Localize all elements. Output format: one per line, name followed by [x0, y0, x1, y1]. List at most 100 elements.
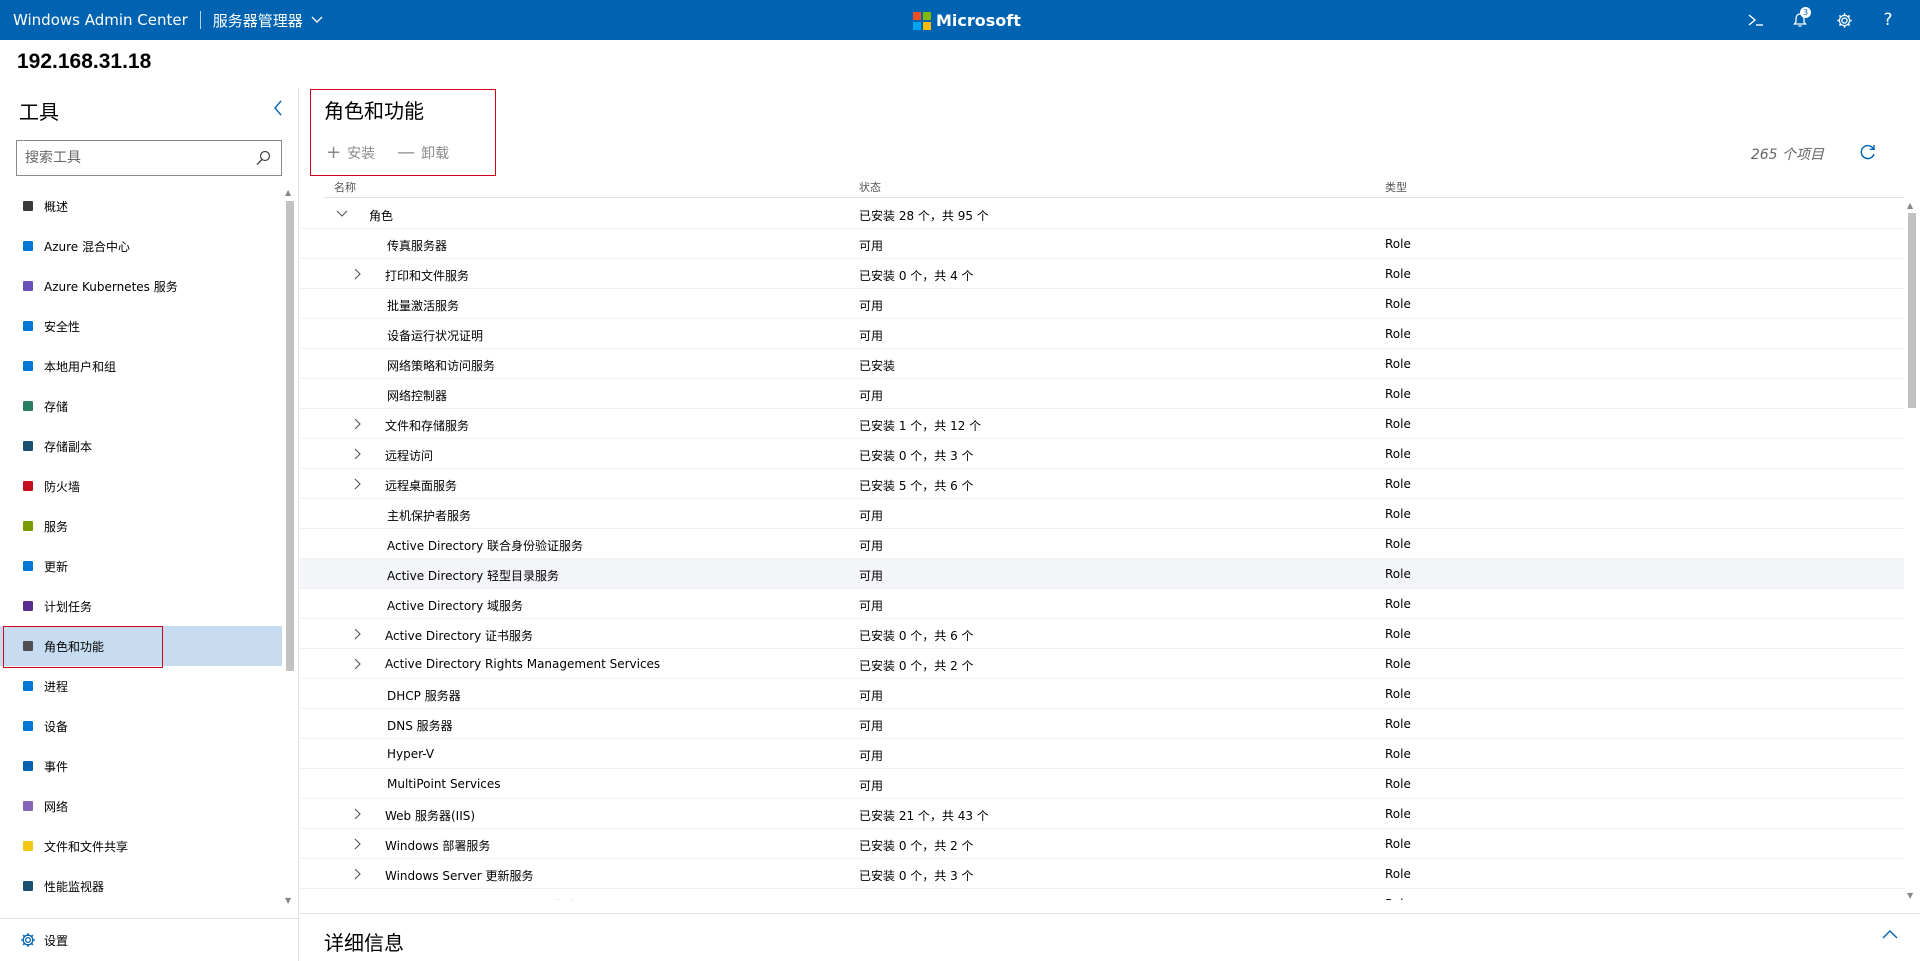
- table-row[interactable]: 设备运行状况证明 可用 Role: [300, 319, 1904, 349]
- scroll-down-arrow-icon[interactable]: ▼: [1907, 891, 1913, 900]
- context-switcher[interactable]: 服务器管理器: [213, 10, 323, 31]
- row-type: Role: [1385, 237, 1411, 251]
- sidebar-item[interactable]: 本地用户和组: [0, 346, 282, 386]
- chevron-right-icon[interactable]: [353, 478, 363, 490]
- table-row[interactable]: Windows Server 更新服务 已安装 0 个，共 3 个 Role: [300, 859, 1904, 889]
- table-row[interactable]: Windows Server Essentials 体验 可用 Role: [300, 889, 1904, 900]
- calendar-icon: [20, 598, 36, 614]
- context-label: 服务器管理器: [212, 11, 303, 30]
- table-row[interactable]: 远程桌面服务 已安装 5 个，共 6 个 Role: [300, 469, 1904, 499]
- row-name: Active Directory Rights Management Servi…: [385, 657, 661, 671]
- row-state: 已安装 0 个，共 3 个: [859, 869, 974, 883]
- scroll-up-arrow-icon[interactable]: ▲: [1907, 201, 1913, 210]
- sidebar-item[interactable]: 性能监视器: [0, 866, 282, 906]
- sidebar-item[interactable]: 防火墙: [0, 466, 282, 506]
- sidebar-item[interactable]: 更新: [0, 546, 282, 586]
- table-row[interactable]: Active Directory 联合身份验证服务 可用 Role: [300, 529, 1904, 559]
- table-row[interactable]: 网络控制器 可用 Role: [300, 379, 1904, 409]
- sidebar-item-settings[interactable]: 设置: [0, 918, 299, 961]
- refresh-button[interactable]: [1856, 140, 1880, 164]
- sidebar-item[interactable]: 计划任务: [0, 586, 282, 626]
- performance-icon: [20, 878, 36, 894]
- chevron-right-icon[interactable]: [353, 418, 363, 430]
- sidebar-scrollbar[interactable]: ▲ ▼: [284, 188, 296, 908]
- collapse-sidebar-button[interactable]: [268, 96, 288, 120]
- sidebar-item-label: 进程: [44, 679, 69, 694]
- table-row[interactable]: 角色 已安装 28 个，共 95 个: [300, 199, 1904, 229]
- table-row[interactable]: 传真服务器 可用 Role: [300, 229, 1904, 259]
- row-type: Role: [1385, 267, 1411, 281]
- column-header-name[interactable]: 名称: [334, 179, 356, 195]
- scroll-up-arrow-icon[interactable]: ▲: [285, 188, 291, 197]
- notifications-button[interactable]: 3: [1778, 0, 1822, 40]
- chevron-right-icon[interactable]: [353, 628, 363, 640]
- tool-search-input[interactable]: [25, 150, 245, 166]
- sidebar-item[interactable]: 服务: [0, 506, 282, 546]
- scroll-down-arrow-icon[interactable]: ▼: [285, 896, 291, 905]
- expand-details-button[interactable]: [1882, 928, 1898, 942]
- table-row[interactable]: Active Directory Rights Management Servi…: [300, 649, 1904, 679]
- table-row[interactable]: 主机保护者服务 可用 Role: [300, 499, 1904, 529]
- sidebar-item[interactable]: 进程: [0, 666, 282, 706]
- table-row[interactable]: Windows 部署服务 已安装 0 个，共 2 个 Role: [300, 829, 1904, 859]
- table-row[interactable]: 批量激活服务 可用 Role: [300, 289, 1904, 319]
- sidebar-item-label: 文件和文件共享: [44, 839, 129, 854]
- install-button[interactable]: + 安装: [326, 142, 375, 163]
- sidebar-item[interactable]: 网络: [0, 786, 282, 826]
- row-name: 传真服务器: [387, 239, 448, 253]
- chevron-down-icon[interactable]: [336, 208, 348, 218]
- sidebar-item[interactable]: 事件: [0, 746, 282, 786]
- sidebar-item[interactable]: Azure Kubernetes 服务: [0, 266, 282, 306]
- uninstall-button[interactable]: — 卸载: [397, 142, 449, 163]
- chevron-right-icon[interactable]: [353, 658, 363, 670]
- sidebar-item[interactable]: 概述: [0, 186, 282, 226]
- table-row[interactable]: Active Directory 轻型目录服务 可用 Role: [300, 559, 1904, 589]
- row-state: 已安装 5 个，共 6 个: [859, 479, 974, 493]
- chevron-right-icon[interactable]: [353, 268, 363, 280]
- row-state: 已安装 0 个，共 2 个: [859, 839, 974, 853]
- app-title[interactable]: Windows Admin Center: [0, 11, 188, 29]
- column-header-type[interactable]: 类型: [1385, 179, 1407, 195]
- search-button[interactable]: [255, 150, 271, 169]
- powershell-button[interactable]: [1734, 0, 1778, 40]
- row-type: Role: [1385, 537, 1411, 551]
- table-row[interactable]: MultiPoint Services 可用 Role: [300, 769, 1904, 799]
- column-header-state[interactable]: 状态: [859, 179, 881, 195]
- row-name: Active Directory 证书服务: [385, 629, 534, 643]
- table-row[interactable]: Hyper-V 可用 Role: [300, 739, 1904, 769]
- sidebar-item[interactable]: 存储: [0, 386, 282, 426]
- row-type: Role: [1385, 387, 1411, 401]
- table-row[interactable]: Active Directory 证书服务 已安装 0 个，共 6 个 Role: [300, 619, 1904, 649]
- sidebar-item[interactable]: 设备: [0, 706, 282, 746]
- help-button[interactable]: ?: [1866, 0, 1910, 40]
- row-type: Role: [1385, 777, 1411, 791]
- server-name: 192.168.31.18: [17, 50, 152, 73]
- sidebar-item[interactable]: 角色和功能: [0, 626, 282, 666]
- table-scrollbar[interactable]: ▲ ▼: [1906, 201, 1918, 901]
- table-row[interactable]: 网络策略和访问服务 已安装 Role: [300, 349, 1904, 379]
- table-row[interactable]: 远程访问 已安装 0 个，共 3 个 Role: [300, 439, 1904, 469]
- sidebar-item[interactable]: Azure 混合中心: [0, 226, 282, 266]
- sidebar-item[interactable]: 安全性: [0, 306, 282, 346]
- table-row[interactable]: DNS 服务器 可用 Role: [300, 709, 1904, 739]
- table-row[interactable]: DHCP 服务器 可用 Role: [300, 679, 1904, 709]
- process-icon: [20, 678, 36, 694]
- chevron-right-icon[interactable]: [353, 868, 363, 880]
- table-row[interactable]: Web 服务器(IIS) 已安装 21 个，共 43 个 Role: [300, 799, 1904, 829]
- chevron-right-icon[interactable]: [353, 838, 363, 850]
- table-row[interactable]: 打印和文件服务 已安装 0 个，共 4 个 Role: [300, 259, 1904, 289]
- settings-button[interactable]: [1822, 0, 1866, 40]
- table-scrollbar-thumb[interactable]: [1908, 213, 1916, 408]
- chevron-left-icon: [274, 100, 282, 116]
- tools-sidebar: 工具 概述 Azure 混合中心 Azure Kubernetes 服务安全性本地用…: [0, 88, 299, 961]
- row-state: 可用: [859, 689, 884, 703]
- sidebar-scrollbar-thumb[interactable]: [286, 201, 294, 671]
- table-row[interactable]: Active Directory 域服务 可用 Role: [300, 589, 1904, 619]
- sidebar-item[interactable]: 文件和文件共享: [0, 826, 282, 866]
- row-type: Role: [1385, 357, 1411, 371]
- item-count: 265 个项目: [1750, 147, 1824, 163]
- sidebar-item[interactable]: 存储副本: [0, 426, 282, 466]
- chevron-right-icon[interactable]: [353, 448, 363, 460]
- chevron-right-icon[interactable]: [353, 808, 363, 820]
- table-row[interactable]: 文件和存储服务 已安装 1 个，共 12 个 Role: [300, 409, 1904, 439]
